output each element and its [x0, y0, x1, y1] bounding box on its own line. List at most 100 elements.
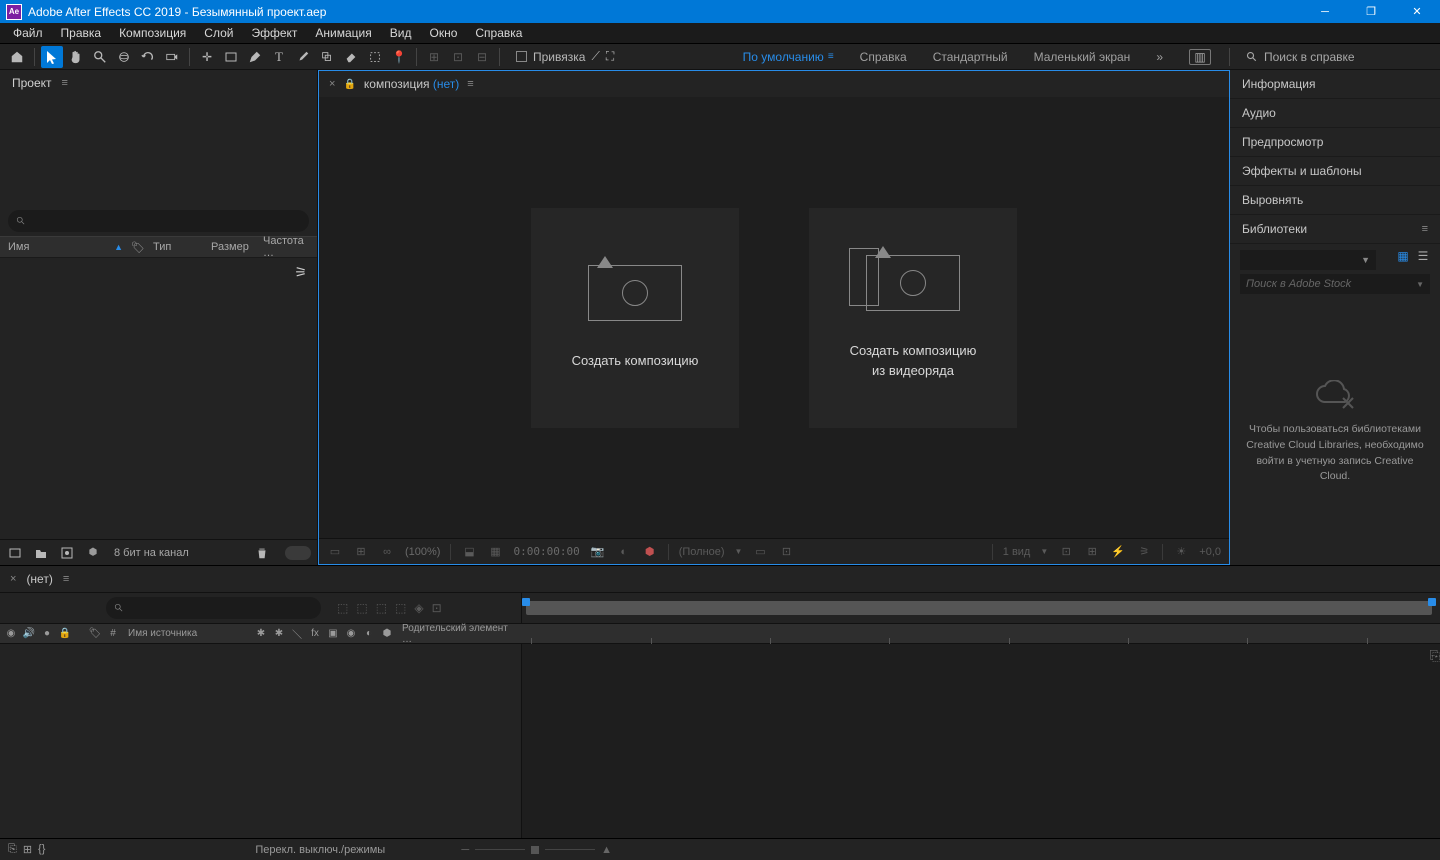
interpret-footage-icon[interactable] [6, 544, 24, 562]
res-icon[interactable]: ⬓ [461, 544, 477, 560]
info-panel-header[interactable]: Информация [1230, 70, 1440, 99]
timeline-zoom-slider[interactable]: ─▲ [461, 844, 612, 856]
project-tab[interactable]: Проект [12, 76, 52, 90]
menu-view[interactable]: Вид [381, 25, 421, 41]
project-toggle[interactable] [285, 546, 311, 560]
comp-tab-close-icon[interactable]: × [329, 78, 335, 90]
project-items-area[interactable]: ⚞ [0, 258, 317, 539]
zoom-value[interactable]: (100%) [405, 546, 440, 558]
timeline-layers-area[interactable] [0, 644, 522, 838]
selection-tool[interactable] [41, 46, 63, 68]
col-type[interactable]: Тип [153, 241, 203, 253]
col-size[interactable]: Размер [211, 241, 255, 253]
timeline-panel-menu-icon[interactable]: ≡ [63, 573, 69, 585]
guides-icon[interactable]: ⊡ [778, 544, 794, 560]
maximize-button[interactable]: ❐ [1348, 0, 1394, 23]
roto-tool[interactable] [364, 46, 386, 68]
text-tool[interactable]: T [268, 46, 290, 68]
view1-icon[interactable]: ⊡ [1058, 544, 1074, 560]
view3-icon[interactable]: ⚡ [1110, 544, 1126, 560]
timeline-navigator[interactable] [522, 593, 1440, 623]
project-panel-menu-icon[interactable]: ≡ [62, 77, 68, 89]
menu-help[interactable]: Справка [466, 25, 531, 41]
trash-icon[interactable] [253, 544, 271, 562]
puppet-tool[interactable]: 📍 [388, 46, 410, 68]
project-search[interactable] [8, 210, 309, 232]
align-panel-header[interactable]: Выровнять [1230, 186, 1440, 215]
home-button[interactable] [6, 46, 28, 68]
snapshot-icon[interactable]: 📷 [590, 544, 606, 560]
tl-col-lock-icon[interactable]: 🔒 [58, 627, 72, 641]
channel-icon[interactable]: ◐ [616, 544, 632, 560]
local-axis-tool[interactable]: ⊞ [423, 46, 445, 68]
tl-col-visibility-icon[interactable]: ◉ [4, 627, 18, 641]
create-composition-card[interactable]: Создать композицию [531, 208, 739, 428]
tl-motion-blur-icon[interactable]: ⬚ [395, 601, 406, 615]
rectangle-tool[interactable] [220, 46, 242, 68]
tl-col-index[interactable]: # [106, 627, 120, 641]
comp-tab-label[interactable]: композиция (нет) [364, 77, 459, 91]
bit-depth-label[interactable]: 8 бит на канал [114, 547, 245, 559]
views-dropdown[interactable]: 1 вид [1003, 546, 1031, 558]
timeline-tab-label[interactable]: (нет) [26, 572, 52, 586]
exposure-value[interactable]: +0,0 [1199, 546, 1221, 558]
workspace-default[interactable]: По умолчанию [743, 50, 824, 64]
tl-col-parent[interactable]: Родительский элемент … [398, 623, 518, 645]
workspace-more-icon[interactable]: » [1156, 50, 1163, 64]
minimize-button[interactable]: ─ [1302, 0, 1348, 23]
magnify-icon[interactable]: ▭ [327, 544, 343, 560]
help-search-input[interactable]: Поиск в справке [1264, 47, 1434, 67]
bit-depth-icon[interactable]: ⬢ [84, 544, 102, 562]
library-search[interactable]: Поиск в Adobe Stock▼ [1240, 274, 1430, 294]
comp-panel-menu-icon[interactable]: ≡ [467, 78, 473, 90]
view2-icon[interactable]: ⊞ [1084, 544, 1100, 560]
sb-toggle-modes-icon[interactable]: {} [38, 843, 45, 856]
menu-composition[interactable]: Композиция [110, 25, 195, 41]
workspace-small[interactable]: Маленький экран [1034, 50, 1131, 64]
camera-tool[interactable] [161, 46, 183, 68]
close-button[interactable]: ✕ [1394, 0, 1440, 23]
current-time[interactable]: 0:00:00:00 [513, 545, 579, 558]
tl-col-audio-icon[interactable]: 🔊 [22, 627, 36, 641]
zoom-tool[interactable] [89, 46, 111, 68]
col-name[interactable]: Имя▲ [8, 241, 123, 253]
workspace-standard[interactable]: Стандартный [933, 50, 1008, 64]
workspace-sort-icon[interactable]: ≡ [828, 51, 834, 62]
rotate-tool[interactable] [137, 46, 159, 68]
tl-frame-blend-icon[interactable]: ⬚ [376, 601, 387, 615]
timeline-nav-end-handle[interactable] [1428, 598, 1436, 606]
help-search[interactable]: Поиск в справке [1246, 47, 1434, 67]
tag-icon[interactable]: 🏷 [131, 241, 145, 254]
tl-sw6-icon[interactable]: ◉ [344, 627, 358, 641]
transparency-icon[interactable]: ▦ [487, 544, 503, 560]
tl-sw4-icon[interactable]: fx [308, 627, 322, 641]
eraser-tool[interactable] [340, 46, 362, 68]
libraries-panel-header[interactable]: Библиотеки≡ [1230, 215, 1440, 244]
workspace-help[interactable]: Справка [860, 50, 907, 64]
tl-shy-icon[interactable]: ⬚ [356, 601, 367, 615]
tl-sw3-icon[interactable]: ＼ [290, 627, 304, 641]
tl-comp-icon[interactable]: ⬚ [337, 601, 348, 615]
tl-sw8-icon[interactable]: ⬢ [380, 627, 394, 641]
tl-graph-icon[interactable]: ◈ [414, 601, 423, 615]
view4-icon[interactable]: ⚞ [1136, 544, 1152, 560]
col-freq[interactable]: Частота … [263, 235, 309, 259]
new-comp-icon[interactable] [58, 544, 76, 562]
comp-tab-lock-icon[interactable]: 🔒 [343, 79, 355, 90]
clone-tool[interactable] [316, 46, 338, 68]
brush-tool[interactable] [292, 46, 314, 68]
mask-icon[interactable]: ∞ [379, 544, 395, 560]
quality-dropdown[interactable]: (Полное) [679, 546, 725, 558]
audio-panel-header[interactable]: Аудио [1230, 99, 1440, 128]
workspace-reset-icon[interactable]: ▥ [1189, 49, 1211, 65]
timeline-nav-start-handle[interactable] [522, 598, 530, 606]
menu-animation[interactable]: Анимация [306, 25, 380, 41]
color-icon[interactable]: ⬢ [642, 544, 658, 560]
region-icon[interactable]: ▭ [752, 544, 768, 560]
anchor-tool[interactable]: ✛ [196, 46, 218, 68]
effects-panel-header[interactable]: Эффекты и шаблоны [1230, 157, 1440, 186]
sb-expand-icon[interactable]: ⎘ [8, 843, 17, 856]
lib-grid-view-icon[interactable]: ▦ [1396, 249, 1410, 263]
tl-col-solo-icon[interactable]: ● [40, 627, 54, 641]
snap-expand-icon[interactable]: ⛶ [606, 49, 614, 64]
